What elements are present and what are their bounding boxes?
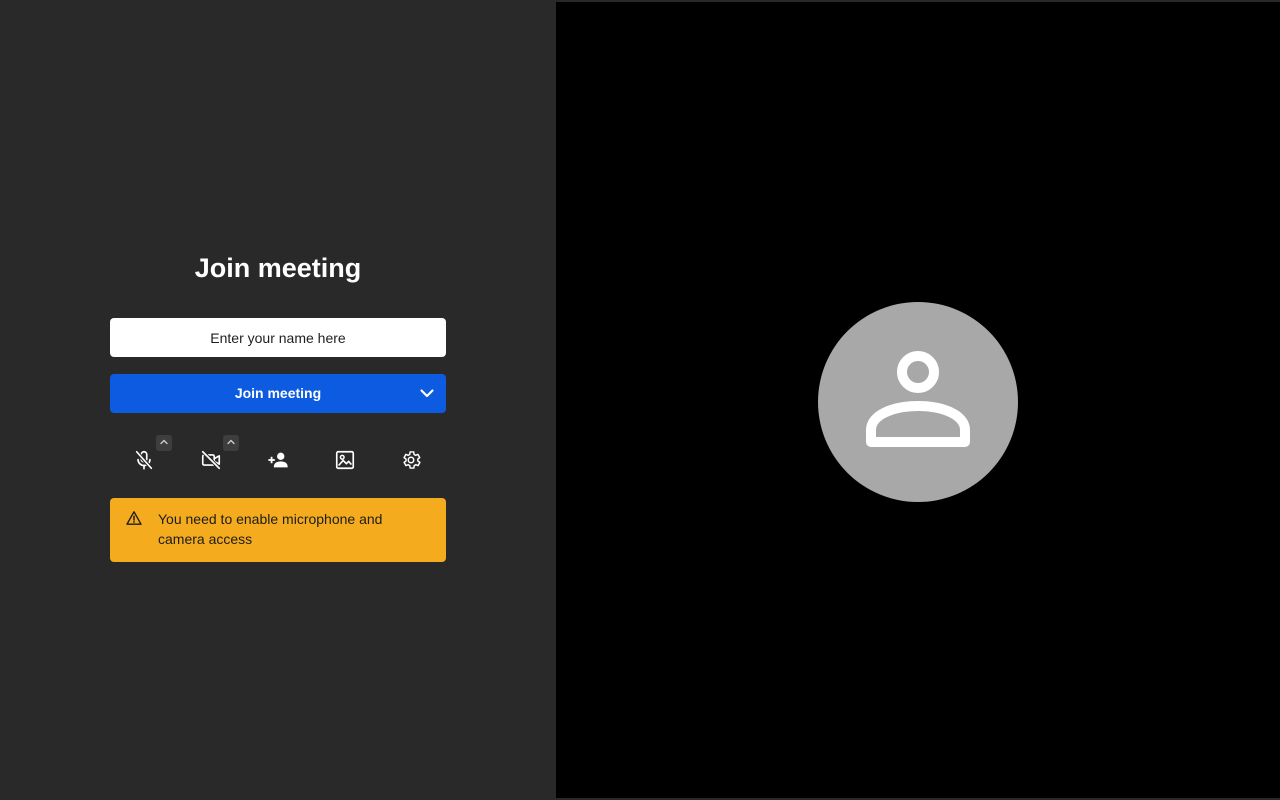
- page-title: Join meeting: [194, 253, 362, 283]
- microphone-options-button[interactable]: [156, 435, 172, 451]
- permission-warning: You need to enable microphone and camera…: [110, 498, 446, 562]
- warning-triangle-icon: [126, 510, 142, 526]
- chevron-up-icon: [226, 434, 236, 452]
- microphone-button[interactable]: [130, 448, 158, 476]
- camera-options-button[interactable]: [223, 435, 239, 451]
- invite-button[interactable]: [264, 448, 292, 476]
- chevron-up-icon: [159, 434, 169, 452]
- prejoin-panel: Join meeting Join meeting: [0, 0, 556, 800]
- user-silhouette-icon: [861, 343, 975, 462]
- gear-icon: [400, 449, 422, 476]
- join-meeting-button[interactable]: Join meeting: [110, 374, 446, 413]
- join-meeting-label: Join meeting: [234, 385, 322, 401]
- video-off-icon: [200, 449, 222, 476]
- avatar: [818, 302, 1018, 502]
- warning-text: You need to enable microphone and camera…: [158, 511, 383, 547]
- mic-off-icon: [133, 449, 155, 476]
- person-add-icon: [266, 449, 290, 476]
- virtual-background-button[interactable]: [331, 448, 359, 476]
- prejoin-screen: Join meeting Join meeting: [0, 0, 1280, 800]
- name-input[interactable]: [110, 318, 446, 357]
- image-icon: [334, 449, 356, 476]
- settings-button[interactable]: [397, 448, 425, 476]
- camera-button[interactable]: [197, 448, 225, 476]
- chevron-down-icon[interactable]: [418, 384, 436, 402]
